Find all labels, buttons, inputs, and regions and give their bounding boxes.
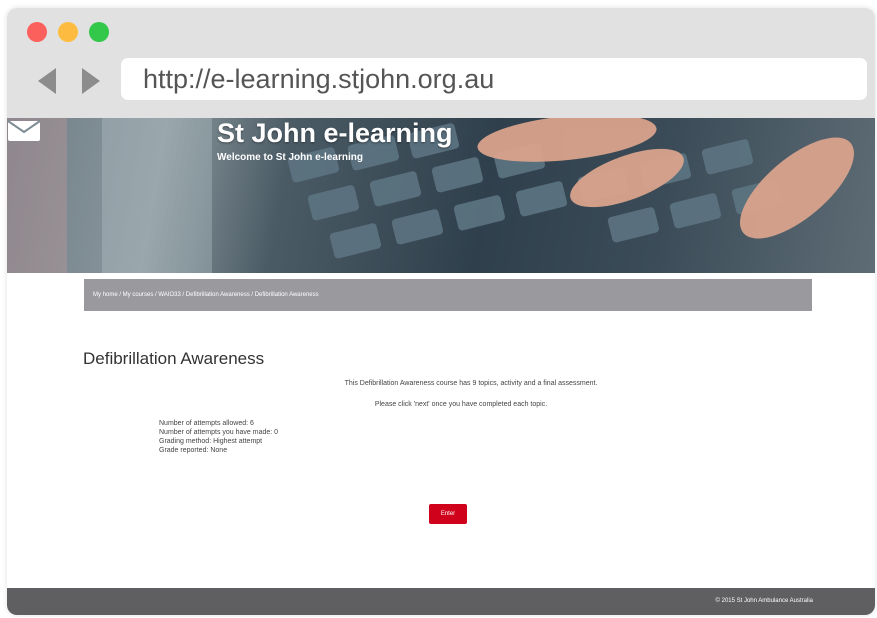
attempts-info: Number of attempts allowed: 6 Number of … [159,419,278,455]
back-arrow-icon[interactable] [38,68,56,94]
address-bar[interactable]: http://e-learning.stjohn.org.au [121,58,867,100]
url-text: http://e-learning.stjohn.org.au [143,63,495,94]
browser-window: http://e-learning.stjohn.org.au St John … [7,8,875,615]
copyright-text: © 2015 St John Ambulance Australia [715,598,813,604]
attempts-made: Number of attempts you have made: 0 [159,429,279,436]
grading-method: Grading method: Highest attempt [159,438,263,445]
page-title: Defibrillation Awareness [83,349,265,368]
site-subtitle: Welcome to St John e-learning [217,152,363,163]
header-banner: St John e-learning Welcome to St John e-… [7,118,875,273]
forward-arrow-icon[interactable] [82,68,100,94]
maximize-window-button[interactable] [89,22,109,42]
minimize-window-button[interactable] [58,22,78,42]
browser-toolbar: http://e-learning.stjohn.org.au [7,8,875,118]
attempts-allowed: Number of attempts allowed: 6 [159,420,254,427]
close-window-button[interactable] [27,22,47,42]
intro-text-line-1: This Defibrillation Awareness course has… [344,380,598,387]
breadcrumb[interactable]: My home / My courses / WAIO33 / Defibril… [84,279,812,311]
grade-reported: Grade reported: None [159,447,228,454]
site-title[interactable]: St John e-learning [217,118,453,149]
envelope-logo-icon [7,120,41,141]
footer: © 2015 St John Ambulance Australia [7,588,875,615]
intro-text-line-2: Please click 'next' once you have comple… [374,401,548,408]
enter-button[interactable]: Enter [429,504,467,524]
